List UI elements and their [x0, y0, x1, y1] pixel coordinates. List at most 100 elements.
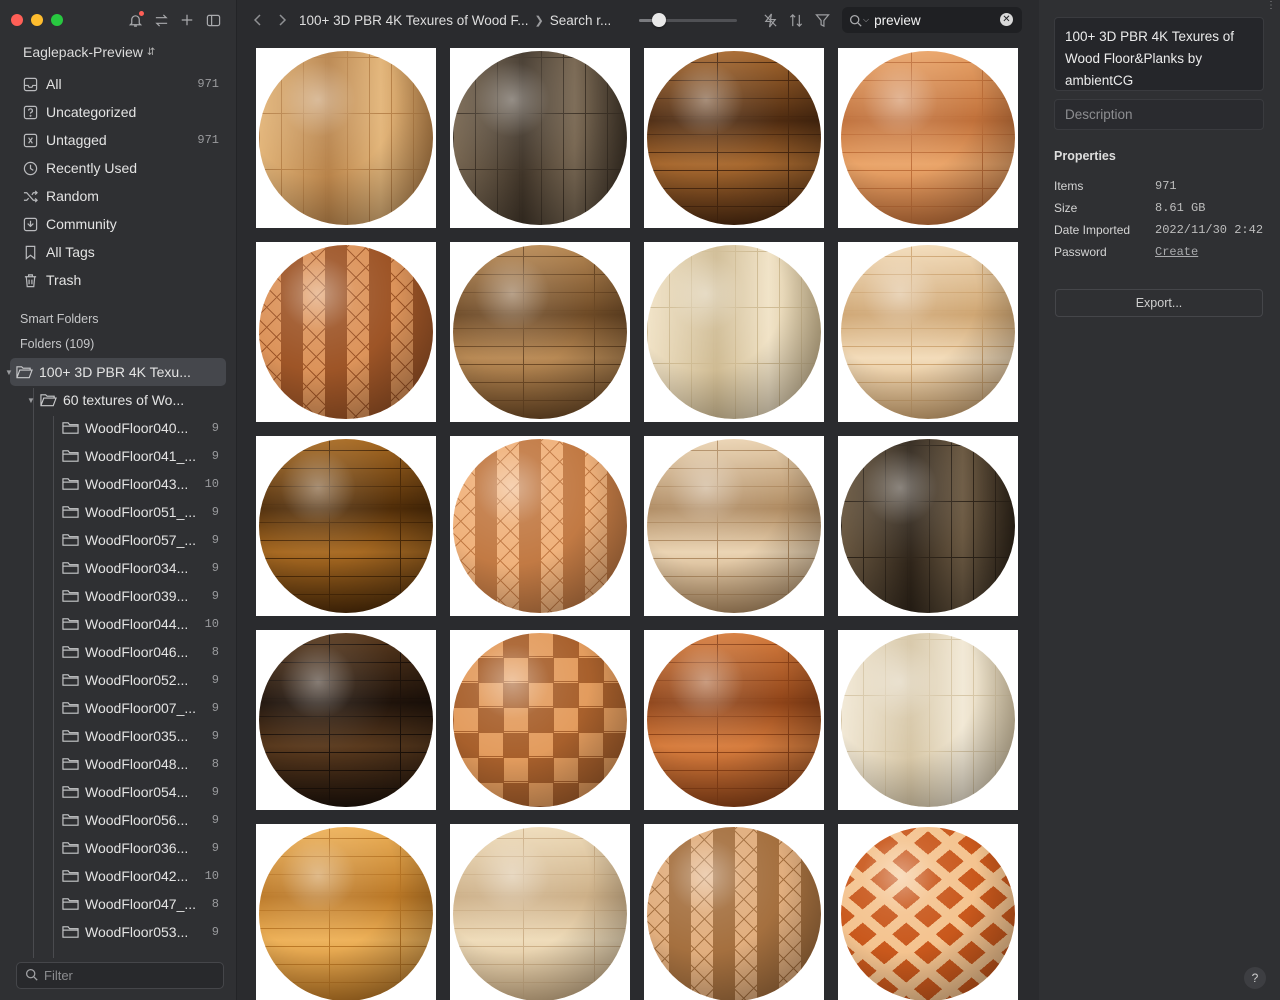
asset-thumbnail[interactable] — [838, 824, 1018, 1000]
sidebar-item-recently-used[interactable]: Recently Used — [10, 154, 226, 182]
folder-item[interactable]: WoodFloor056... 9 — [10, 806, 226, 834]
sync-arrows-icon[interactable] — [152, 11, 170, 29]
open-folder-icon — [40, 392, 58, 408]
sidebar-item-label: Trash — [46, 272, 82, 288]
asset-thumbnail[interactable] — [256, 242, 436, 422]
lightning-off-icon[interactable] — [761, 11, 779, 29]
folder-item-root[interactable]: ▼ 100+ 3D PBR 4K Texu... — [5, 358, 226, 386]
clear-search-icon[interactable]: ✕ — [1000, 13, 1013, 26]
folder-item[interactable]: WoodFloor036... 9 — [10, 834, 226, 862]
asset-thumbnail[interactable] — [450, 48, 630, 228]
asset-thumbnail[interactable] — [644, 436, 824, 616]
sidebar-item-untagged[interactable]: Untagged 971 — [10, 126, 226, 154]
asset-thumbnail[interactable] — [644, 242, 824, 422]
folder-item[interactable]: WoodFloor057_... 9 — [10, 526, 226, 554]
folder-icon — [62, 616, 80, 632]
search-icon[interactable]: ⌵ — [849, 14, 869, 27]
sidebar-item-trash[interactable]: Trash — [10, 266, 226, 294]
folder-item[interactable]: WoodFloor051_... 9 — [10, 498, 226, 526]
folder-item[interactable]: WoodFloor048... 8 — [10, 750, 226, 778]
folder-item[interactable]: WoodFloor047_... 8 — [10, 890, 226, 918]
wood-sphere-preview — [841, 245, 1015, 419]
asset-thumbnail[interactable] — [256, 48, 436, 228]
sidebar-item-community[interactable]: Community — [10, 210, 226, 238]
folder-item[interactable]: WoodFloor046... 8 — [10, 638, 226, 666]
asset-thumbnail[interactable] — [450, 824, 630, 1000]
export-button[interactable]: Export... — [1055, 289, 1263, 317]
zoom-slider-knob[interactable] — [651, 13, 666, 27]
folder-label: WoodFloor041_... — [85, 448, 197, 464]
asset-thumbnail[interactable] — [838, 48, 1018, 228]
folder-item[interactable]: WoodFloor034... 9 — [10, 554, 226, 582]
folder-item[interactable]: WoodFloor007_... 9 — [10, 694, 226, 722]
sidebar-item-all-tags[interactable]: All Tags — [10, 238, 226, 266]
folder-count: 9 — [211, 589, 219, 603]
add-icon[interactable] — [178, 11, 196, 29]
sidebar-nav: All 971 Uncategorized Untagged 971 Recently U… — [10, 70, 226, 294]
disclosure-down-icon[interactable]: ▼ — [4, 368, 14, 377]
description-field[interactable]: Description — [1054, 99, 1264, 130]
asset-thumbnail[interactable] — [450, 436, 630, 616]
filter-input[interactable]: Filter — [16, 962, 224, 989]
sidebar-item-label: Random — [46, 188, 99, 204]
breadcrumb-search[interactable]: Search r... — [550, 13, 612, 28]
smart-folders-heading[interactable]: Smart Folders — [20, 312, 99, 326]
asset-thumbnail[interactable] — [256, 630, 436, 810]
bookmark-icon — [22, 244, 38, 260]
folder-item-sub[interactable]: ▼ 60 textures of Wo... — [10, 386, 226, 414]
folder-item[interactable]: WoodFloor042... 10 — [10, 862, 226, 890]
breadcrumb-folder[interactable]: 100+ 3D PBR 4K Texures of Wood F... — [299, 13, 529, 28]
folder-item[interactable]: WoodFloor040... 9 — [10, 414, 226, 442]
folder-item[interactable]: WoodFloor035... 9 — [10, 722, 226, 750]
folder-title-field[interactable]: 100+ 3D PBR 4K Texures of Wood Floor&Pla… — [1054, 17, 1264, 91]
folder-count: 8 — [211, 645, 219, 659]
sidebar-item-random[interactable]: Random — [10, 182, 226, 210]
create-password-link[interactable]: Create — [1155, 245, 1198, 259]
forward-arrow-icon[interactable] — [274, 12, 290, 28]
filter-funnel-icon[interactable] — [813, 11, 831, 29]
asset-thumbnail[interactable] — [644, 48, 824, 228]
tag-box-icon — [22, 132, 38, 148]
help-button[interactable]: ? — [1244, 967, 1266, 989]
back-arrow-icon[interactable] — [250, 12, 266, 28]
sidebar-item-uncategorized[interactable]: Uncategorized — [10, 98, 226, 126]
sidebar-toggle-icon[interactable] — [204, 11, 222, 29]
folder-label: 100+ 3D PBR 4K Texu... — [39, 364, 191, 380]
asset-thumbnail[interactable] — [644, 824, 824, 1000]
folder-label: WoodFloor053... — [85, 924, 189, 940]
asset-thumbnail[interactable] — [838, 242, 1018, 422]
asset-thumbnail[interactable] — [256, 824, 436, 1000]
asset-thumbnail[interactable] — [644, 630, 824, 810]
folder-item[interactable]: WoodFloor054... 9 — [10, 778, 226, 806]
zoom-slider[interactable] — [639, 13, 737, 27]
disclosure-down-icon[interactable]: ▼ — [26, 396, 36, 405]
wood-sphere-preview — [841, 439, 1015, 613]
sort-icon[interactable] — [787, 11, 805, 29]
sidebar-item-all[interactable]: All 971 — [10, 70, 226, 98]
asset-thumbnail[interactable] — [450, 242, 630, 422]
folder-item[interactable]: WoodFloor044... 10 — [10, 610, 226, 638]
zoom-window-button[interactable] — [51, 14, 63, 26]
notification-dot — [139, 11, 144, 16]
bell-icon[interactable] — [126, 11, 144, 29]
minimize-window-button[interactable] — [31, 14, 43, 26]
search-input[interactable] — [874, 12, 995, 28]
folder-item[interactable]: WoodFloor053... 9 — [10, 918, 226, 946]
search-box[interactable]: ⌵ ✕ — [842, 7, 1022, 33]
asset-thumbnail[interactable] — [838, 436, 1018, 616]
asset-thumbnail[interactable] — [450, 630, 630, 810]
folder-item[interactable]: WoodFloor052... 9 — [10, 666, 226, 694]
folder-count: 10 — [204, 477, 219, 491]
library-name: Eaglepack-Preview — [23, 44, 143, 60]
folder-item[interactable]: WoodFloor041_... 9 — [10, 442, 226, 470]
app-window: Eaglepack-Preview ⇵ All 971 Uncategorized U… — [0, 0, 1280, 1000]
asset-thumbnail[interactable] — [838, 630, 1018, 810]
folder-icon — [62, 868, 80, 884]
close-window-button[interactable] — [11, 14, 23, 26]
breadcrumb: 100+ 3D PBR 4K Texures of Wood F... ❯ Se… — [299, 13, 611, 28]
library-switcher[interactable]: Eaglepack-Preview ⇵ — [23, 44, 155, 60]
folder-item[interactable]: WoodFloor039... 9 — [10, 582, 226, 610]
folders-heading[interactable]: Folders (109) — [20, 337, 94, 351]
asset-thumbnail[interactable] — [256, 436, 436, 616]
folder-item[interactable]: WoodFloor043... 10 — [10, 470, 226, 498]
